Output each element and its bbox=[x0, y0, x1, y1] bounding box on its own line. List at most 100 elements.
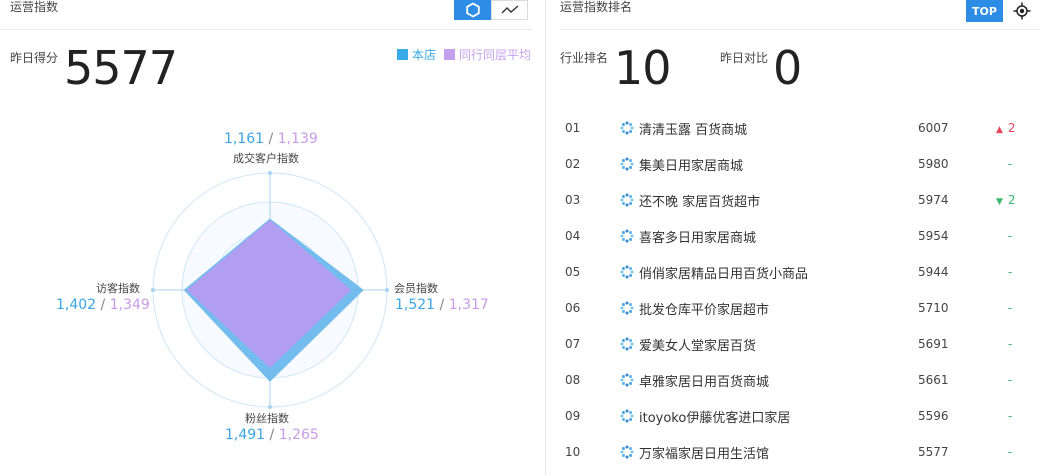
top-button[interactable]: TOP bbox=[966, 0, 1003, 22]
yesterday-score-value: 5577 bbox=[64, 41, 178, 95]
rank-row[interactable]: 08 卓雅家居日用百货商城 5661 - bbox=[546, 362, 1041, 398]
store-value-left: 1,402 bbox=[56, 297, 97, 313]
shop-score: 5944 bbox=[918, 265, 949, 279]
rank-change-value: - bbox=[1008, 373, 1013, 387]
rank-change: - bbox=[996, 265, 1041, 279]
shop-loading-icon bbox=[620, 121, 634, 135]
rank-change: ▲ 2 bbox=[996, 121, 1036, 135]
axis-dot-left bbox=[151, 288, 155, 292]
peer-value-bottom: 1,265 bbox=[278, 427, 319, 443]
radar-view-button[interactable] bbox=[454, 0, 491, 20]
value-separator: / bbox=[100, 297, 106, 313]
arrow-down-icon: ▼ bbox=[996, 197, 1003, 207]
peer-value-top: 1,139 bbox=[277, 131, 318, 147]
axis-values-bottom: 1,491 / 1,265 bbox=[225, 427, 319, 443]
legend-item-store[interactable]: 本店 bbox=[397, 46, 436, 63]
axis-label-bottom: 粉丝指数 bbox=[245, 412, 289, 425]
shop-score: 6007 bbox=[918, 121, 949, 135]
axis-label-right: 会员指数 bbox=[394, 282, 438, 295]
value-separator: / bbox=[269, 427, 275, 443]
value-separator: / bbox=[439, 297, 445, 313]
rank-number: 08 bbox=[565, 373, 581, 387]
chart-legend: 本店 同行同层平均 bbox=[397, 46, 539, 63]
rank-row[interactable]: 09 itoyoko伊藤优客进口家居 5596 - bbox=[546, 398, 1041, 434]
rank-change-value: - bbox=[1008, 409, 1013, 423]
shop-name-link[interactable]: 卓雅家居日用百货商城 bbox=[639, 371, 769, 390]
rank-change: - bbox=[996, 373, 1041, 387]
panel-title: 运营指数 bbox=[10, 0, 59, 14]
shop-loading-icon bbox=[620, 445, 634, 459]
store-value-right: 1,521 bbox=[395, 297, 436, 313]
shop-score: 5710 bbox=[918, 301, 949, 315]
axis-values-left: 1,402 / 1,349 bbox=[56, 297, 150, 313]
compare-value: 0 bbox=[773, 41, 802, 95]
rank-change-value: - bbox=[1008, 265, 1013, 279]
shop-score: 5596 bbox=[918, 409, 949, 423]
rank-row[interactable]: 07 爱美女人堂家居百货 5691 - bbox=[546, 326, 1041, 362]
axis-dot-bottom bbox=[268, 405, 272, 409]
rank-change: - bbox=[996, 337, 1041, 351]
shop-name-link[interactable]: 喜客多日用家居商城 bbox=[639, 227, 756, 246]
axis-values-right: 1,521 / 1,317 bbox=[395, 297, 489, 313]
store-value-bottom: 1,491 bbox=[225, 427, 266, 443]
yesterday-score-label: 昨日得分 bbox=[10, 51, 59, 65]
trend-view-button[interactable] bbox=[491, 0, 528, 20]
rank-change: ▼ 2 bbox=[996, 193, 1036, 207]
header-divider bbox=[0, 29, 532, 30]
rank-row[interactable]: 05 俏俏家居精品日用百货小商品 5944 - bbox=[546, 254, 1041, 290]
rank-change-value: 2 bbox=[1007, 193, 1016, 207]
axis-dot-top bbox=[268, 171, 272, 175]
rank-change-value: 2 bbox=[1007, 121, 1016, 135]
axis-label-left: 访客指数 bbox=[96, 282, 140, 295]
rank-row[interactable]: 02 集美日用家居商城 5980 - bbox=[546, 146, 1041, 182]
shop-name-link[interactable]: 清清玉露 百货商城 bbox=[639, 119, 747, 138]
rank-change-value: - bbox=[1008, 229, 1013, 243]
rank-row[interactable]: 03 还不晚 家居百货超市 5974 ▼ 2 bbox=[546, 182, 1041, 218]
shop-name-link[interactable]: 俏俏家居精品日用百货小商品 bbox=[639, 263, 808, 282]
rank-number: 09 bbox=[565, 409, 581, 423]
rank-change-value: - bbox=[1008, 445, 1013, 459]
rank-row[interactable]: 04 喜客多日用家居商城 5954 - bbox=[546, 218, 1041, 254]
rank-number: 05 bbox=[565, 265, 581, 279]
shop-name-link[interactable]: itoyoko伊藤优客进口家居 bbox=[639, 407, 790, 426]
rank-number: 07 bbox=[565, 337, 581, 351]
shop-score: 5661 bbox=[918, 373, 949, 387]
industry-rank-label: 行业排名 bbox=[560, 51, 609, 65]
shop-name-link[interactable]: 万家福家居日用生活馆 bbox=[639, 443, 769, 462]
legend-label-store: 本店 bbox=[412, 48, 437, 62]
legend-swatch-peer bbox=[444, 49, 456, 60]
industry-rank-value: 10 bbox=[614, 41, 672, 95]
rank-row[interactable]: 10 万家福家居日用生活馆 5577 - bbox=[546, 434, 1041, 470]
shop-score: 5954 bbox=[918, 229, 949, 243]
rank-number: 10 bbox=[565, 445, 581, 459]
shop-score: 5691 bbox=[918, 337, 949, 351]
rank-change: - bbox=[996, 157, 1041, 171]
view-toggle bbox=[454, 0, 528, 20]
shop-loading-icon bbox=[620, 373, 634, 387]
peer-value-right: 1,317 bbox=[448, 297, 489, 313]
shop-name-link[interactable]: 爱美女人堂家居百货 bbox=[639, 335, 756, 354]
locate-button[interactable] bbox=[1008, 0, 1036, 22]
rank-change: - bbox=[996, 445, 1041, 459]
shop-name-link[interactable]: 集美日用家居商城 bbox=[639, 155, 743, 174]
legend-item-peer[interactable]: 同行同层平均 bbox=[444, 46, 531, 63]
shop-loading-icon bbox=[620, 337, 634, 351]
rank-number: 06 bbox=[565, 301, 581, 315]
rank-change: - bbox=[996, 229, 1041, 243]
rank-number: 02 bbox=[565, 157, 581, 171]
store-value-top: 1,161 bbox=[224, 131, 265, 147]
shop-loading-icon bbox=[620, 409, 634, 423]
shop-loading-icon bbox=[620, 265, 634, 279]
shop-name-link[interactable]: 还不晚 家居百货超市 bbox=[639, 191, 760, 210]
header-divider bbox=[560, 29, 1041, 30]
rank-row[interactable]: 01 清清玉露 百货商城 6007 ▲ 2 bbox=[546, 110, 1041, 146]
rank-row[interactable]: 06 批发仓库平价家居超市 5710 - bbox=[546, 290, 1041, 326]
axis-label-top: 成交客户指数 bbox=[233, 152, 299, 165]
shop-score: 5980 bbox=[918, 157, 949, 171]
axis-values-top: 1,161 / 1,139 bbox=[224, 131, 318, 147]
shop-loading-icon bbox=[620, 193, 634, 207]
shop-name-link[interactable]: 批发仓库平价家居超市 bbox=[639, 299, 769, 318]
value-separator: / bbox=[268, 131, 274, 147]
rank-number: 03 bbox=[565, 193, 581, 207]
legend-label-peer: 同行同层平均 bbox=[459, 48, 532, 62]
